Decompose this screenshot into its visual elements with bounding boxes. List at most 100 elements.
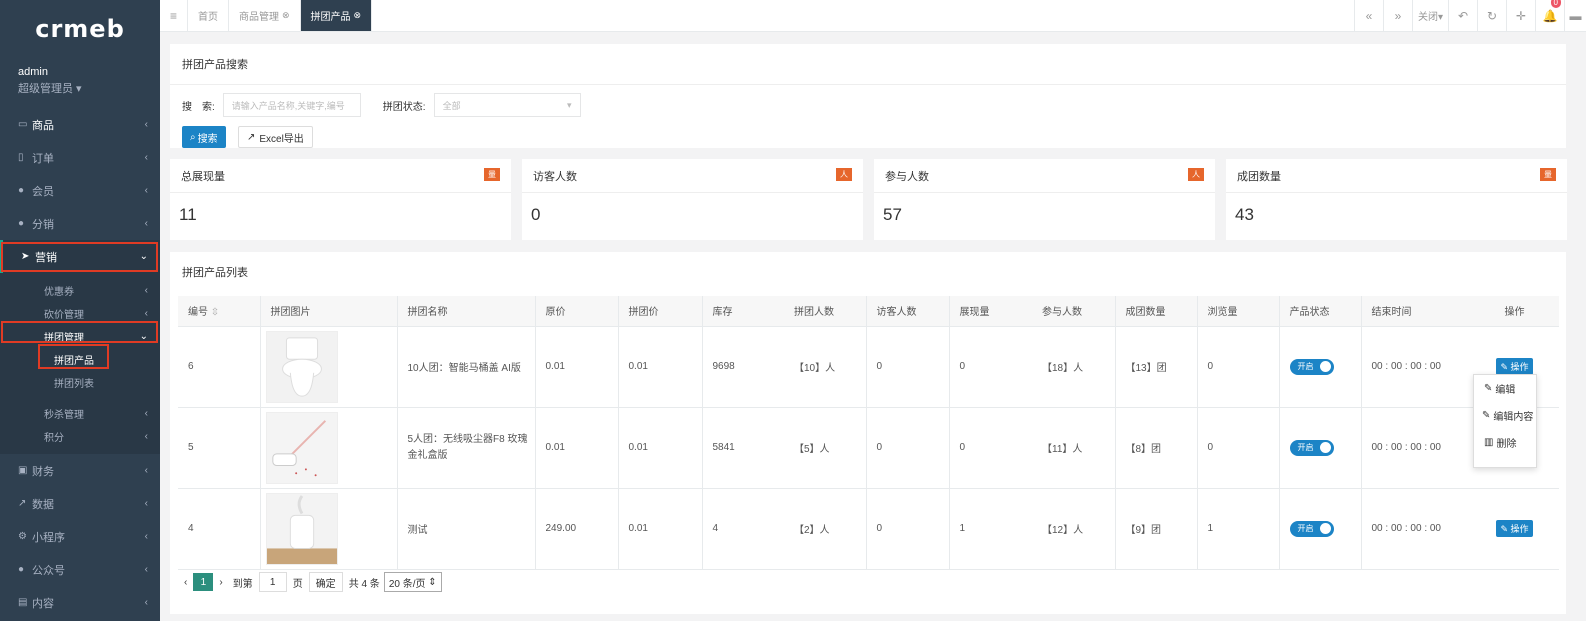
subsub-item-groupbuy-products[interactable]: 拼团产品 — [0, 348, 160, 371]
menu-toggle-icon[interactable]: ≡ — [160, 0, 188, 31]
col-end-time: 结束时间 — [1361, 296, 1470, 327]
close-tabs-dropdown[interactable]: 关闭▾ — [1412, 0, 1448, 31]
subsub-item-groupbuy-list[interactable]: 拼团列表 — [0, 371, 160, 394]
keyword-input[interactable]: 请输入产品名称,关键字,编号 — [222, 93, 361, 117]
stat-value: 43 — [1235, 205, 1254, 224]
search-panel-title: 拼团产品搜索 — [170, 44, 1566, 85]
notification-badge: 0 — [1550, 0, 1561, 8]
sub-item-points[interactable]: 积分 ‹ — [0, 425, 160, 448]
goto-confirm-button[interactable]: 确定 — [308, 572, 343, 592]
sub-item-groupbuy[interactable]: 拼团管理 ⌄ — [0, 325, 160, 348]
trash-icon: ▥ — [1484, 437, 1494, 448]
user-panel: admin 超级管理员 ▾ — [0, 58, 160, 110]
next-page-icon[interactable]: › — [213, 577, 228, 588]
pagination: ‹ 1 › 到第 1 页 确定 共 4 条 20 条/页 ⇕ — [178, 572, 442, 592]
menu-item-distribution[interactable]: ● 分销 ‹ — [0, 207, 160, 240]
dropdown-item-edit[interactable]: ✎ 编辑 — [1474, 375, 1536, 402]
sub-item-flashsale[interactable]: 秒杀管理 ‹ — [0, 402, 160, 425]
wechat-icon: ● — [18, 564, 25, 575]
col-name: 拼团名称 — [397, 296, 536, 327]
table-row: 4 测试 249.00 0.01 4 【2】人 0 1 【12】人 【9】团 1… — [178, 488, 1559, 570]
current-page[interactable]: 1 — [193, 573, 214, 591]
product-image-vacuum[interactable] — [265, 411, 338, 484]
action-dropdown-menu: ✎ 编辑 ✎ 编辑内容 ▥ 删除 — [1473, 374, 1537, 468]
menu-item-finance[interactable]: ▣ 财务 ‹ — [0, 454, 160, 487]
status-toggle[interactable]: 开启 — [1289, 520, 1334, 537]
prev-page-icon[interactable]: ‹ — [178, 577, 193, 588]
close-tab-icon[interactable]: ⊗ — [354, 10, 362, 21]
col-group-price: 拼团价 — [618, 296, 703, 327]
action-button[interactable]: ✎ 操作 — [1496, 358, 1533, 375]
chevron-left-icon: ‹ — [144, 119, 148, 130]
status-toggle[interactable]: 开启 — [1289, 439, 1334, 456]
total-count: 共 4 条 — [348, 578, 380, 590]
search-icon: ⌕ — [190, 131, 196, 143]
menu-item-content[interactable]: ▤ 内容 ‹ — [0, 586, 160, 619]
search-button[interactable]: ⌕ 搜索 — [182, 126, 226, 148]
user-role-dropdown[interactable]: 超级管理员 ▾ — [18, 80, 142, 96]
status-toggle[interactable]: 开启 — [1289, 358, 1334, 375]
page-size-select[interactable]: 20 条/页 ⇕ — [383, 572, 442, 592]
sort-icon[interactable]: ⇳ — [211, 307, 219, 318]
keyword-label: 搜 索: — [182, 101, 215, 113]
chevron-left-icon: ‹ — [144, 308, 148, 319]
sub-item-bargain[interactable]: 砍价管理 ‹ — [0, 302, 160, 325]
menu-item-data[interactable]: ↗ 数据 ‹ — [0, 487, 160, 520]
chevron-left-icon: ‹ — [144, 185, 148, 196]
menu-item-members[interactable]: ● 会员 ‹ — [0, 174, 160, 207]
tab-home[interactable]: 首页 — [188, 0, 229, 31]
money-icon: ▣ — [18, 465, 28, 476]
chevron-left-icon: ‹ — [144, 465, 148, 476]
menu-item-products[interactable]: ▭ 商品 ‹ — [0, 108, 160, 141]
stat-card-participants: 参与人数 人 57 — [874, 159, 1215, 240]
chevron-left-icon: ‹ — [144, 285, 148, 296]
tab-groupbuy-products[interactable]: 拼团产品 ⊗ — [300, 0, 373, 31]
col-actions: 操作 — [1470, 296, 1559, 327]
chevron-down-icon: ⌄ — [139, 331, 148, 342]
goto-label: 到第 — [232, 578, 253, 590]
stat-value: 11 — [179, 205, 197, 224]
goto-page-input[interactable]: 1 — [258, 572, 287, 592]
pencil-icon: ✎ — [1500, 524, 1508, 534]
refresh-icon[interactable]: ↻ — [1477, 0, 1506, 31]
more-icon[interactable]: ▬ — [1564, 0, 1586, 31]
scroll-right-icon[interactable]: » — [1383, 0, 1412, 31]
col-participants: 参与人数 — [1032, 296, 1116, 327]
menu-item-orders[interactable]: ▯ 订单 ‹ — [0, 141, 160, 174]
stat-card-total-views: 总展现量 量 11 — [170, 159, 511, 240]
stat-badge: 量 — [484, 168, 500, 181]
back-icon[interactable]: ↶ — [1448, 0, 1477, 31]
fullscreen-icon[interactable]: ✛ — [1506, 0, 1535, 31]
dropdown-item-edit-content[interactable]: ✎ 编辑内容 — [1474, 402, 1536, 429]
pencil-icon: ✎ — [1482, 410, 1491, 421]
col-people: 拼团人数 — [784, 296, 867, 327]
product-image-humidifier[interactable] — [265, 492, 338, 565]
sub-item-coupons[interactable]: 优惠券 ‹ — [0, 279, 160, 302]
menu-item-miniprogram[interactable]: ⚙ 小程序 ‹ — [0, 520, 160, 553]
menu-item-marketing[interactable]: ➤ 营销 ⌄ — [0, 240, 160, 273]
scroll-left-icon[interactable]: « — [1354, 0, 1383, 31]
dropdown-item-delete[interactable]: ▥ 删除 — [1474, 429, 1536, 456]
excel-export-button[interactable]: ↗ Excel导出 — [237, 126, 313, 148]
stat-card-visitors: 访客人数 人 0 — [522, 159, 863, 240]
stat-card-groups: 成团数量 量 43 — [1226, 159, 1567, 240]
export-icon: ↗ — [246, 131, 256, 143]
col-id[interactable]: 编号 ⇳ — [178, 296, 261, 327]
status-select[interactable]: 全部 ▾ — [433, 93, 581, 117]
table-row: 5 5人团：无线吸尘器F8 玫瑰金礼盒版 0.01 0.01 5841 【5】人… — [178, 407, 1559, 489]
user-name: admin — [18, 66, 48, 78]
bell-icon[interactable]: 🔔 0 — [1535, 0, 1564, 31]
close-tab-icon[interactable]: ⊗ — [282, 10, 290, 21]
marketing-submenu: 优惠券 ‹ 砍价管理 ‹ 拼团管理 ⌄ 拼团产品 拼团列表 秒杀管理 ‹ 积分 ‹ — [0, 273, 160, 454]
product-image-toilet[interactable] — [265, 330, 338, 403]
chart-icon: ↗ — [18, 498, 27, 509]
chevron-left-icon: ‹ — [144, 564, 148, 575]
users-icon: ● — [18, 218, 25, 229]
col-stock: 库存 — [702, 296, 784, 327]
action-button[interactable]: ✎ 操作 — [1496, 520, 1533, 537]
caret-down-icon: ▾ — [567, 99, 572, 110]
receipt-icon: ▯ — [18, 152, 24, 163]
tab-product-manage[interactable]: 商品管理 ⊗ — [229, 0, 301, 31]
col-status: 产品状态 — [1279, 296, 1362, 327]
menu-item-wechat[interactable]: ● 公众号 ‹ — [0, 553, 160, 586]
